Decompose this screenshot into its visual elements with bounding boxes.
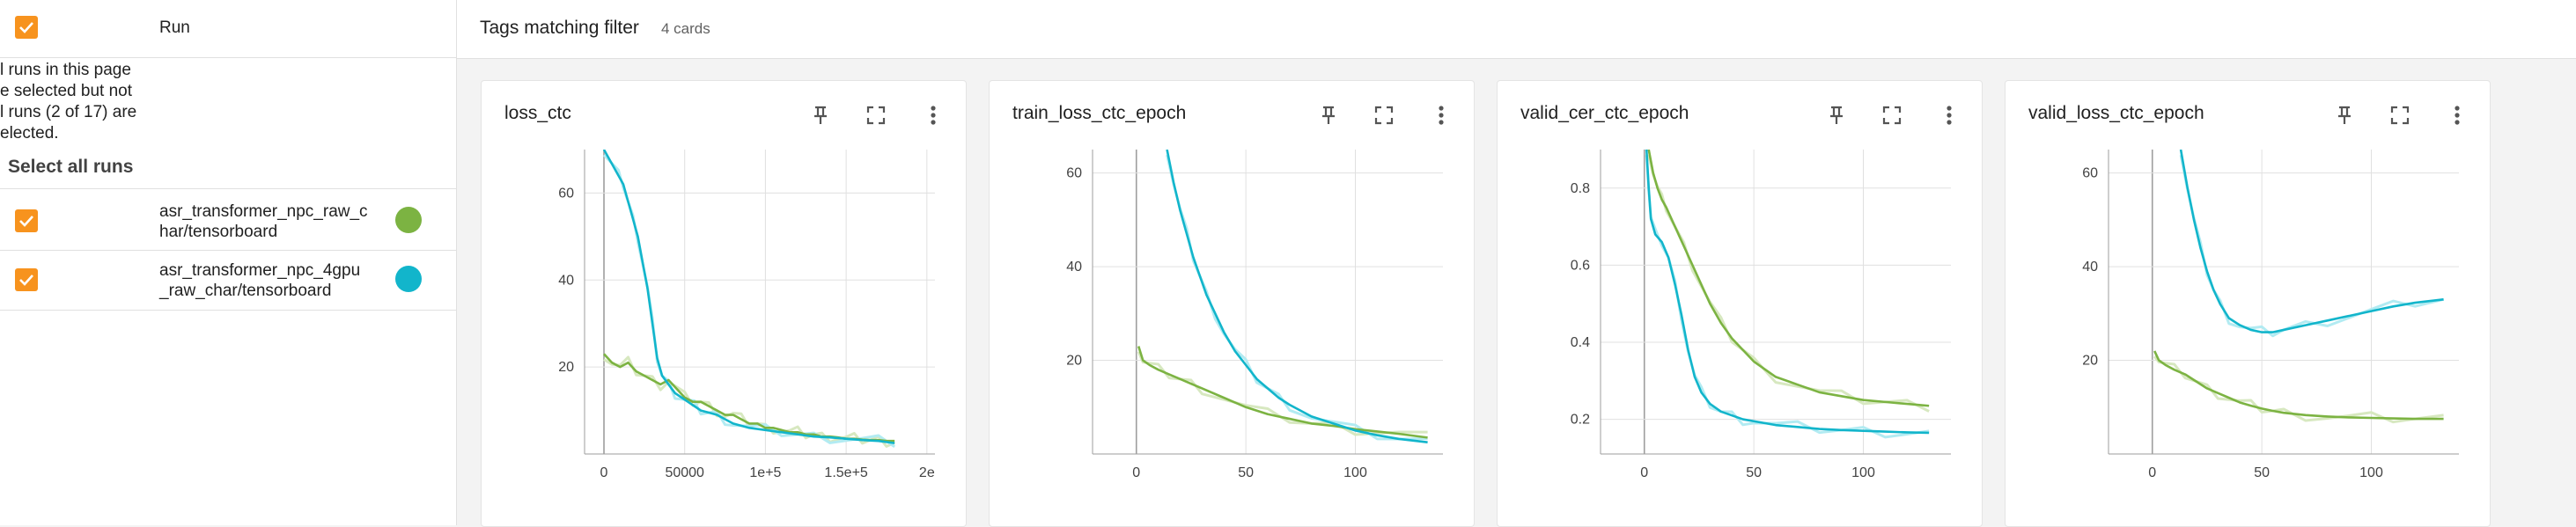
line-chart[interactable]: 0 50 100 20 40 60 <box>990 81 1474 526</box>
x-tick-label: 50 <box>1238 465 1254 480</box>
divider <box>0 188 456 189</box>
run-color-swatch[interactable] <box>395 207 422 233</box>
run-name-line: asr_transformer_npc_4gpu <box>159 261 361 280</box>
filter-header: Tags matching filter 4 cards <box>457 0 2576 59</box>
run-checkbox[interactable] <box>15 268 38 291</box>
y-tick-label: 40 <box>1066 260 1082 274</box>
run-name-line: har/tensorboard <box>159 223 278 241</box>
check-icon <box>19 216 33 227</box>
series-raw-line <box>2153 355 2444 424</box>
line-chart[interactable]: 0 50 100 20 40 60 <box>2006 81 2490 526</box>
series-line <box>1645 150 1930 435</box>
runs-sidebar: Run l runs in this page e selected but n… <box>0 0 457 525</box>
series-raw-line <box>602 154 896 449</box>
x-tick-label: 100 <box>1851 465 1875 480</box>
run-color-swatch[interactable] <box>395 266 422 292</box>
y-tick-label: 40 <box>558 273 574 288</box>
x-tick-label: 1e+5 <box>749 465 781 480</box>
x-tick-label: 100 <box>1343 465 1367 480</box>
series-raw-line <box>603 355 895 448</box>
select-all-checkbox[interactable] <box>15 16 38 39</box>
tags-filter-title: Tags matching filter <box>480 18 639 38</box>
y-tick-label: 0.8 <box>1571 181 1590 196</box>
x-tick-label: 50000 <box>665 465 704 480</box>
series-raw-line <box>2179 154 2444 338</box>
scalar-card[interactable]: loss_ctc 0 50000 1e+5 1.5e+5 2e 20 40 60 <box>481 80 967 527</box>
x-tick-label: 0 <box>2148 465 2156 480</box>
scalar-card[interactable]: valid_loss_ctc_epoch 0 50 100 20 40 60 <box>2005 80 2491 527</box>
selection-notice-line: l runs (2 of 17) are <box>0 103 137 121</box>
divider <box>0 310 456 311</box>
x-tick-label: 50 <box>2254 465 2270 480</box>
check-icon <box>19 22 33 33</box>
x-tick-label: 0 <box>600 465 608 480</box>
y-tick-label: 20 <box>2082 354 2098 369</box>
series-raw-line <box>1137 351 1428 436</box>
line-chart[interactable]: 0 50 100 0.2 0.4 0.6 0.8 <box>1498 81 1982 526</box>
y-tick-label: 60 <box>558 186 574 201</box>
select-all-runs-link[interactable]: Select all runs <box>8 157 133 177</box>
y-tick-label: 0.4 <box>1571 335 1590 350</box>
x-tick-label: 2e <box>919 465 935 480</box>
x-tick-label: 1.5e+5 <box>824 465 867 480</box>
series-raw-line <box>1647 154 1930 413</box>
y-tick-label: 0.6 <box>1571 258 1590 273</box>
run-name-line: _raw_char/tensorboard <box>159 282 332 300</box>
divider <box>0 250 456 251</box>
series-line <box>2179 150 2444 333</box>
y-tick-label: 20 <box>558 360 574 375</box>
x-tick-label: 0 <box>1640 465 1648 480</box>
y-tick-label: 60 <box>1066 166 1082 181</box>
scalar-card[interactable]: valid_cer_ctc_epoch 0 50 100 0.2 0.4 0.6 0.8 <box>1497 80 1983 527</box>
check-icon <box>19 274 33 286</box>
series-raw-line <box>1645 155 1930 439</box>
selection-notice-line: elected. <box>0 124 59 143</box>
series-line <box>1166 150 1428 443</box>
x-tick-label: 100 <box>2359 465 2383 480</box>
run-name-line: asr_transformer_npc_raw_c <box>159 202 368 221</box>
line-chart[interactable]: 0 50000 1e+5 1.5e+5 2e 20 40 60 <box>482 81 966 526</box>
divider <box>0 57 456 58</box>
x-tick-label: 50 <box>1746 465 1762 480</box>
selection-notice-line: l runs in this page <box>0 61 131 79</box>
y-tick-label: 40 <box>2082 260 2098 274</box>
series-line <box>602 150 895 444</box>
y-tick-label: 0.2 <box>1571 413 1590 428</box>
selection-notice-line: e selected but not <box>0 82 132 100</box>
scalar-card[interactable]: train_loss_ctc_epoch 0 50 100 20 40 60 <box>989 80 1475 527</box>
run-checkbox[interactable] <box>15 209 38 232</box>
series-line <box>2153 350 2444 421</box>
y-tick-label: 60 <box>2082 166 2098 181</box>
card-count: 4 cards <box>661 20 710 37</box>
run-column-header[interactable]: Run <box>159 18 190 38</box>
y-tick-label: 20 <box>1066 354 1082 369</box>
x-tick-label: 0 <box>1132 465 1140 480</box>
series-raw-line <box>1166 154 1428 441</box>
